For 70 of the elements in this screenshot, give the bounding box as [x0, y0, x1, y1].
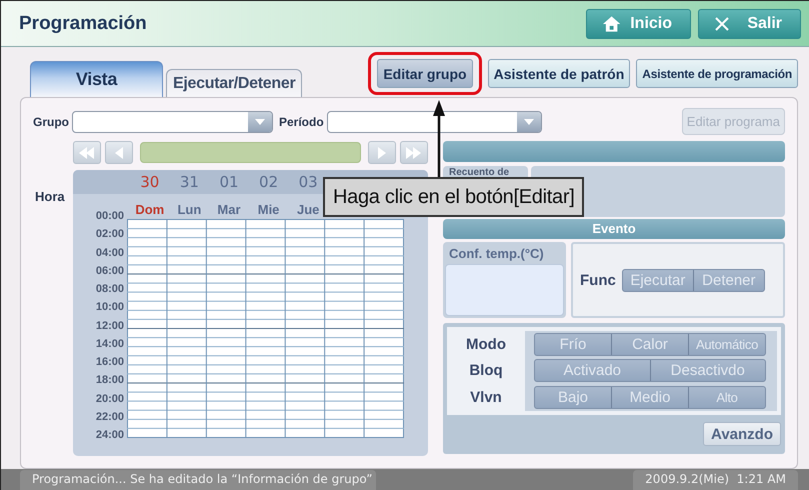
home-icon — [603, 16, 620, 32]
setting-label: Vlvn — [470, 389, 502, 406]
date-number: 30 — [139, 173, 160, 191]
hour-mark: 06:00 — [96, 264, 124, 279]
status-message: Programación... Se ha editado la “Información de grupo” — [20, 470, 376, 490]
tab[interactable]: Ejecutar/Detener — [166, 69, 302, 97]
temperature-field[interactable] — [445, 264, 564, 316]
double-arrow-icon — [406, 146, 422, 158]
hour-mark: 18:00 — [96, 374, 124, 388]
filter-label: Período — [279, 114, 324, 128]
hour-mark: 12:00 — [96, 320, 124, 334]
next-button[interactable] — [368, 141, 396, 164]
home-button[interactable]: Inicio — [586, 8, 691, 38]
segment-button[interactable]: Alto — [688, 387, 765, 408]
weekday-label: Mie — [256, 202, 280, 217]
callout-box: Haga clic en el botón[Editar] — [323, 177, 584, 217]
date-number: 02 — [258, 173, 280, 191]
hour-label: Hora — [34, 188, 66, 206]
segment-button[interactable]: Desactivdo — [650, 360, 765, 382]
segment-button[interactable]: Bajo — [535, 387, 611, 408]
function-label: Func — [580, 272, 616, 288]
hour-mark: 08:00 — [96, 283, 124, 297]
temperature-label: Conf. temp.(°C) — [448, 245, 545, 263]
segment-button[interactable]: Calor — [611, 334, 688, 355]
double-arrow-icon — [79, 146, 95, 158]
period-dropdown[interactable] — [326, 110, 542, 132]
segment-button[interactable]: Activado — [535, 360, 650, 382]
edit-group-button[interactable]: Editar grupo — [377, 59, 473, 88]
hour-mark: 16:00 — [96, 356, 124, 370]
date-number: 31 — [178, 173, 200, 191]
last-page-button[interactable] — [400, 141, 428, 164]
segment-button[interactable]: Automático — [688, 334, 765, 355]
arrow-icon — [114, 146, 124, 158]
status-datetime: 2009.9.2(Mie) 1:21 AM — [633, 470, 798, 490]
weekday-label: Lun — [176, 202, 202, 217]
segment-button[interactable]: Detener — [692, 270, 764, 290]
schedule-wizard-button[interactable]: Asistente de programación — [636, 59, 798, 88]
segment-button[interactable]: Frío — [535, 334, 611, 355]
setting-label: Modo — [466, 336, 506, 353]
close-icon — [715, 16, 729, 30]
event-header: Evento — [443, 219, 785, 239]
arrow-icon — [378, 146, 386, 158]
pattern-wizard-button[interactable]: Asistente de patrón — [488, 59, 630, 88]
dropdown-arrow-icon — [255, 118, 265, 124]
first-page-button[interactable] — [73, 141, 101, 164]
tab[interactable]: Vista — [30, 61, 163, 97]
weekday-label: Mar — [216, 202, 242, 217]
previous-button[interactable] — [105, 141, 133, 164]
advanced-button[interactable]: Avanzdo — [703, 422, 781, 446]
setting-label: Bloq — [469, 362, 503, 380]
hour-mark: 14:00 — [96, 338, 124, 352]
segment-button[interactable]: Ejecutar — [622, 270, 693, 290]
hour-mark: 02:00 — [96, 228, 124, 242]
hour-mark: 24:00 — [96, 429, 124, 443]
group-dropdown[interactable] — [72, 110, 273, 132]
hour-mark: 00:00 — [96, 210, 124, 224]
window-title: Programación — [19, 12, 148, 34]
date-number: 01 — [218, 173, 240, 191]
hour-mark: 10:00 — [96, 301, 124, 316]
weekday-label: Jue — [296, 202, 320, 217]
weekday-label: Dom — [134, 202, 166, 217]
hour-mark: 04:00 — [96, 246, 124, 260]
dropdown-arrow-icon — [524, 118, 534, 124]
hour-mark: 20:00 — [96, 392, 124, 406]
schedule-grid[interactable] — [127, 219, 404, 438]
exit-button[interactable]: Salir — [698, 8, 801, 38]
hour-mark: 22:00 — [96, 410, 124, 425]
segment-button[interactable]: Medio — [611, 387, 688, 408]
filter-label: Grupo — [33, 114, 69, 128]
date-number: 03 — [298, 173, 319, 191]
